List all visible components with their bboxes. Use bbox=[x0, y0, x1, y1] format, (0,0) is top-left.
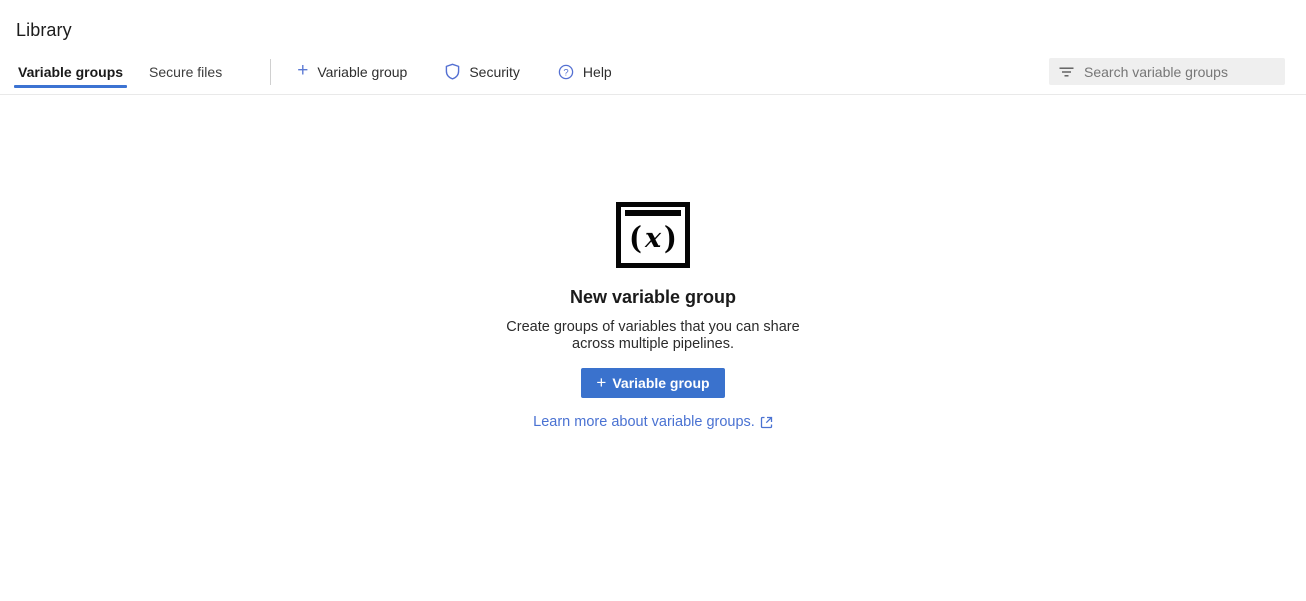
filter-icon bbox=[1059, 66, 1074, 78]
plus-icon: + bbox=[596, 374, 606, 391]
learn-more-link[interactable]: Learn more about variable groups. bbox=[533, 414, 773, 430]
shield-icon bbox=[445, 63, 460, 80]
tab-secure-files-label: Secure files bbox=[149, 64, 222, 80]
variable-group-window-icon: ( x ) bbox=[616, 202, 690, 268]
variable-x-glyph: ( x ) bbox=[621, 216, 685, 263]
tab-list: Variable groups Secure files bbox=[14, 55, 244, 88]
variable-group-button-label: Variable group bbox=[612, 375, 709, 391]
search-input[interactable] bbox=[1084, 64, 1275, 80]
search-box bbox=[1049, 58, 1285, 85]
svg-text:?: ? bbox=[563, 67, 568, 78]
new-variable-group-command[interactable]: + Variable group bbox=[297, 62, 407, 81]
new-variable-group-command-label: Variable group bbox=[317, 64, 407, 80]
help-command-label: Help bbox=[583, 64, 612, 80]
empty-state-description: Create groups of variables that you can … bbox=[506, 319, 799, 353]
external-link-icon bbox=[760, 416, 773, 429]
command-group: + Variable group Security ? bbox=[297, 62, 650, 81]
help-circle-icon: ? bbox=[558, 64, 574, 80]
tab-secure-files[interactable]: Secure files bbox=[145, 55, 226, 88]
header-separator bbox=[0, 94, 1306, 95]
security-command-label: Security bbox=[469, 64, 520, 80]
variable-groups-empty-state: ( x ) New variable group Create groups o… bbox=[0, 202, 1306, 430]
help-command[interactable]: ? Help bbox=[558, 64, 612, 80]
variable-group-button[interactable]: + Variable group bbox=[581, 368, 724, 398]
tab-variable-groups[interactable]: Variable groups bbox=[14, 55, 127, 88]
empty-state-title: New variable group bbox=[570, 287, 736, 308]
tab-command-bar: Variable groups Secure files + Variable … bbox=[0, 55, 1306, 88]
empty-state-description-line1: Create groups of variables that you can … bbox=[506, 319, 799, 336]
library-header: Library Variable groups Secure files + V… bbox=[0, 0, 1306, 95]
security-command[interactable]: Security bbox=[445, 63, 520, 80]
empty-state-description-line2: across multiple pipelines. bbox=[506, 336, 799, 353]
plus-icon: + bbox=[297, 61, 308, 80]
tab-variable-groups-label: Variable groups bbox=[18, 64, 123, 80]
page-title: Library bbox=[16, 20, 1306, 41]
toolbar-divider bbox=[270, 59, 271, 85]
learn-more-link-label: Learn more about variable groups. bbox=[533, 414, 755, 430]
